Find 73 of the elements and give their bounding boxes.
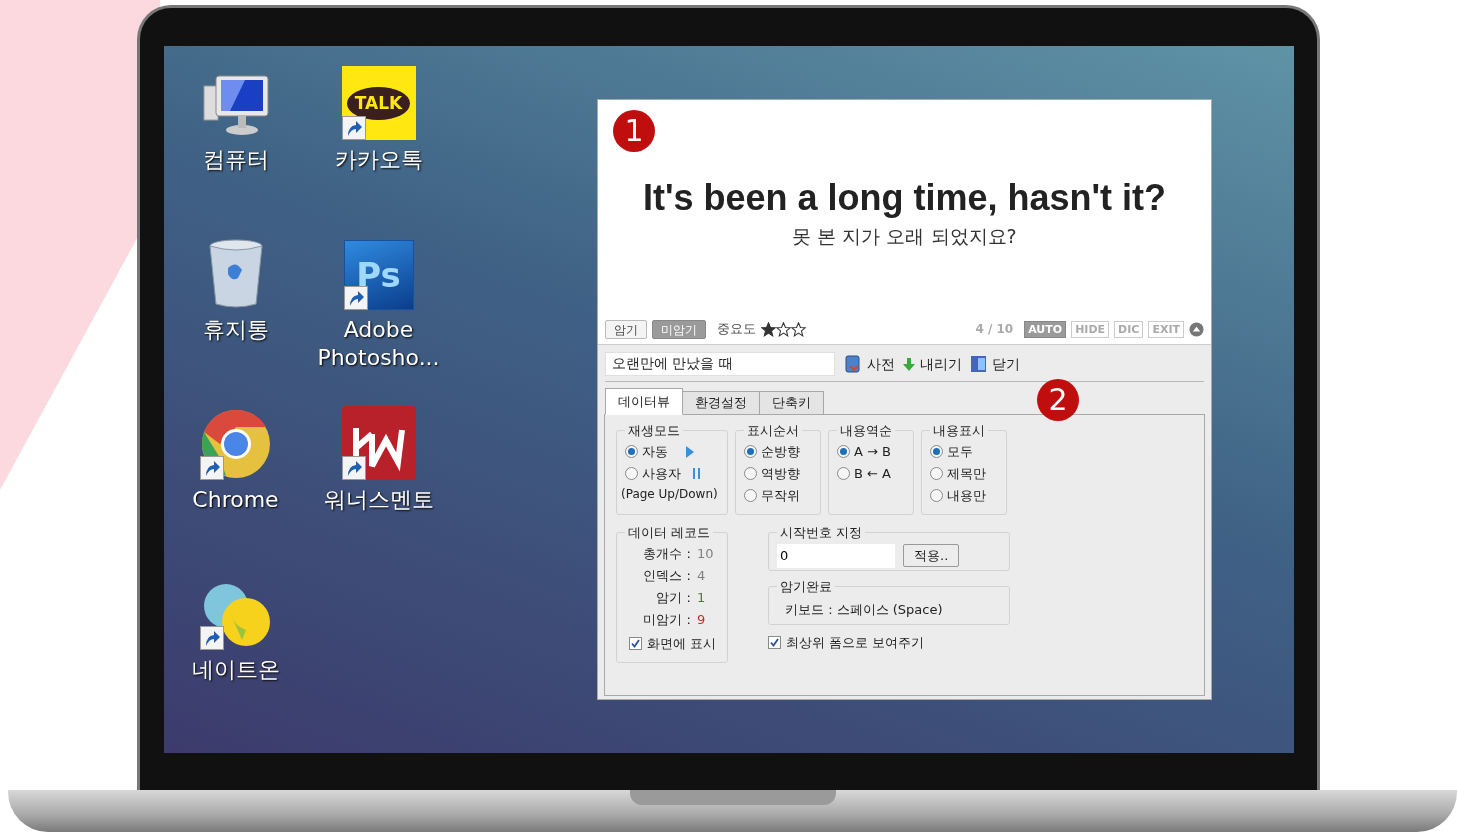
group-title: 암기완료 (779, 578, 833, 596)
star-icon (776, 321, 791, 337)
group-title: 데이터 레코드 (627, 524, 712, 542)
door-icon (970, 355, 987, 373)
logo-text: Ps (356, 258, 401, 292)
radio-label: 모두 (947, 442, 973, 461)
stat-label: 암기 : (655, 588, 691, 607)
icon-label[interactable]: 카카오톡 (308, 146, 449, 174)
icon-label[interactable]: 워너스멘토 (308, 486, 449, 514)
radio-label: 사용자 (642, 464, 681, 483)
radio-button[interactable] (744, 467, 757, 480)
toolbar-action[interactable]: 사전 (845, 353, 895, 375)
stat-value: 4 (697, 566, 706, 585)
radio-button[interactable] (625, 445, 638, 458)
radio-button[interactable] (744, 489, 757, 502)
number-field[interactable]: 0 (777, 543, 895, 568)
stat-value: 1 (697, 588, 706, 607)
group-title: 내용표시 (932, 422, 986, 440)
translation-text: 못 본 지가 오래 되었지요? (792, 224, 1017, 249)
radio-button[interactable] (930, 445, 943, 458)
tab[interactable]: 환경설정 (682, 391, 760, 415)
toolbar-action[interactable]: 닫기 (970, 353, 1020, 375)
shortcut-text: 키보드 : 스페이스 (Space) (784, 600, 944, 619)
radio-button[interactable] (744, 445, 757, 458)
radio-label: A → B (854, 442, 891, 461)
star-icon (791, 321, 806, 337)
toolbar-action[interactable]: 내리기 (903, 353, 962, 375)
icon-label[interactable]: 컴퓨터 (165, 146, 306, 174)
icon-label[interactable]: Adobe Photosho... (308, 316, 449, 372)
radio-label: 내용만 (947, 486, 986, 505)
stat-value: 10 (697, 544, 714, 563)
down-arrow-icon (903, 357, 915, 371)
checkbox[interactable] (768, 636, 781, 650)
group-title: 재생모드 (627, 422, 681, 440)
stat-value: 9 (697, 610, 706, 629)
checkbox-label: 최상위 폼으로 보여주기 (786, 634, 925, 652)
group-title: 시작번호 지정 (779, 524, 864, 542)
star-icon (761, 321, 776, 337)
pause-icon (693, 468, 700, 479)
tab[interactable]: 단축키 (759, 391, 824, 415)
logo-text: TALK (346, 86, 411, 120)
radio-button[interactable] (837, 445, 850, 458)
step-marker: 2 (1037, 379, 1079, 421)
radio-label: B ← A (854, 464, 891, 483)
radio-label: 무작위 (761, 486, 800, 505)
radio-button[interactable] (930, 489, 943, 502)
radio-button[interactable] (837, 467, 850, 480)
checkbox[interactable] (629, 636, 642, 650)
radio-button[interactable] (625, 467, 638, 480)
sentence-text: It's been a long time, hasn't it? (642, 176, 1167, 220)
importance-label: 중요도 (717, 320, 756, 339)
title-field[interactable]: 오랜만에 만났을 때 (605, 352, 835, 376)
memorize-button[interactable]: 암기 (605, 319, 647, 339)
radio-label: 역방향 (761, 464, 800, 483)
stat-label: 총개수 : (642, 544, 691, 563)
radio-label: 제목만 (947, 464, 986, 483)
tab[interactable]: 데이터뷰 (605, 388, 683, 415)
counter-text: 4 / 10 (975, 321, 1014, 338)
hint-text: (Page Up/Down) (621, 485, 719, 503)
play-icon (686, 445, 694, 458)
radio-label: 순방향 (761, 442, 800, 461)
checkbox-label: 화면에 표시 (647, 634, 717, 653)
icon-label[interactable]: 휴지통 (165, 316, 306, 344)
apply-button[interactable]: 적용.. (903, 544, 960, 567)
stat-label: 인덱스 : (642, 566, 691, 585)
group-title: 내용역순 (839, 422, 893, 440)
group-title: 표시순서 (746, 422, 800, 440)
radio-button[interactable] (930, 467, 943, 480)
icon-label[interactable]: 네이트온 (165, 656, 306, 684)
book-icon (845, 355, 862, 373)
stat-label: 미암기 : (642, 610, 691, 629)
icon-label[interactable]: Chrome (165, 486, 306, 514)
radio-label: 자동 (642, 442, 668, 461)
